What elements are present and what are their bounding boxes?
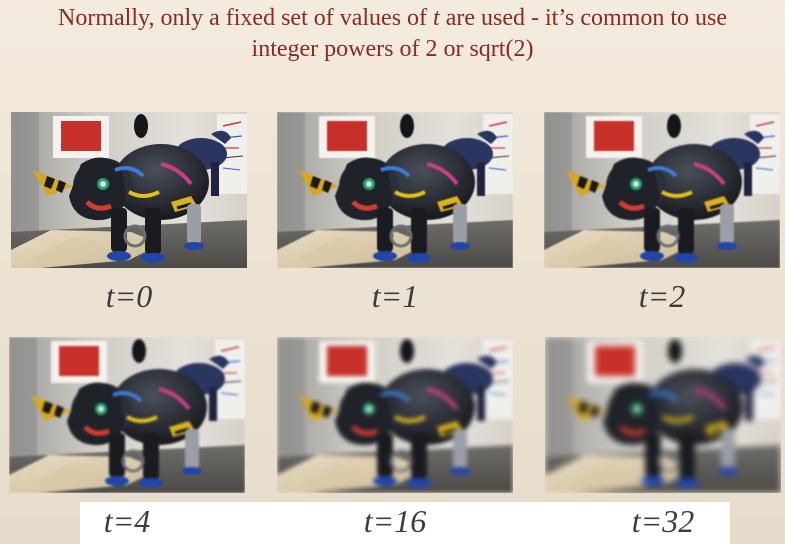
slide-title-line-1: Normally, only a fixed set of values of … [0, 3, 785, 34]
slide-title: Normally, only a fixed set of values of … [0, 3, 785, 65]
caption-t4: t=4 [103, 503, 151, 539]
rhino-image-t32 [545, 337, 781, 493]
rhino-image-t1 [277, 112, 513, 268]
title-text-a: Normally, only a fixed set of values of [58, 5, 434, 31]
rhino-image-t2 [544, 112, 780, 268]
caption-t0: t=0 [105, 278, 153, 314]
slide-title-line-2: integer powers of 2 or sqrt(2) [251, 36, 534, 62]
title-text-b: are used - it’s common to use [439, 5, 727, 31]
caption-t32: t=32 [631, 503, 695, 539]
caption-t1: t=1 [371, 278, 419, 314]
caption-t2: t=2 [638, 278, 686, 314]
rhino-image-t4 [9, 337, 245, 493]
title-variable: t [433, 5, 440, 31]
rhino-image-t0 [11, 112, 247, 268]
rhino-image-t16 [277, 337, 513, 493]
caption-t16: t=16 [363, 503, 427, 539]
